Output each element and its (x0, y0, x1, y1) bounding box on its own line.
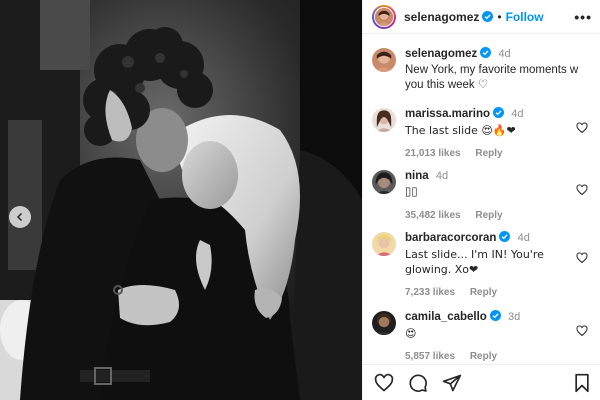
heart-outline-icon (576, 122, 588, 134)
caption-row: selenagomez 4d New York, my favorite mom… (372, 47, 592, 93)
comment-item: camila_cabello 3d 😍 5,857 likes Reply (372, 310, 592, 364)
comment-item: nina 4d ▯▯ 35,482 likes Reply (372, 169, 592, 223)
comment-username[interactable]: camila_cabello (405, 311, 487, 323)
save-button[interactable] (572, 373, 592, 393)
avatar-image (375, 7, 393, 26)
separator-dot: • (497, 9, 502, 24)
bookmark-icon (575, 373, 589, 392)
caption-avatar[interactable] (372, 48, 396, 72)
verified-badge-icon (489, 310, 501, 321)
heart-outline-icon (374, 373, 394, 392)
like-button[interactable] (374, 373, 394, 393)
paper-plane-icon (442, 374, 462, 391)
author-username[interactable]: selenagomez (404, 10, 479, 24)
comment-time: 4d (435, 170, 449, 182)
comment-username[interactable]: barbaracorcoran (405, 232, 496, 244)
avatar-image (372, 311, 396, 335)
comment-username[interactable]: nina (405, 170, 429, 182)
comment-time: 4d (511, 108, 524, 120)
follow-button[interactable]: Follow (506, 10, 544, 24)
avatar-image (372, 108, 396, 132)
comment-likes[interactable]: 5,857 likes (405, 351, 455, 362)
verified-badge-icon (482, 11, 494, 22)
chevron-left-icon (16, 212, 23, 222)
reply-button[interactable]: Reply (475, 210, 502, 221)
comment-avatar[interactable] (372, 311, 396, 335)
comment-likes[interactable]: 7,233 likes (405, 287, 455, 298)
comment-avatar[interactable] (372, 170, 396, 194)
post-photo[interactable] (0, 0, 362, 400)
comments-list[interactable]: selenagomez 4d New York, my favorite mom… (363, 34, 600, 364)
post-side-panel: selenagomez • Follow ••• selenagomez 4d … (362, 0, 600, 400)
comment-text: Last slide... I'm IN! You're glowing. Xo… (405, 248, 544, 276)
avatar-image (372, 48, 396, 72)
caption-time: 4d (498, 48, 511, 60)
comment-like-button[interactable] (576, 122, 588, 134)
comment-like-button[interactable] (576, 184, 588, 196)
comment-time: 4d (517, 232, 530, 244)
comment-likes[interactable]: 35,482 likes (405, 210, 461, 221)
comment-likes[interactable]: 21,013 likes (405, 148, 461, 159)
heart-outline-icon (576, 325, 588, 337)
reply-button[interactable]: Reply (475, 148, 502, 159)
comment-avatar[interactable] (372, 108, 396, 132)
comment-username[interactable]: marissa.marino (405, 108, 490, 120)
post-actions-bar (363, 364, 600, 400)
carousel-prev-button[interactable] (9, 206, 31, 228)
comment-text: 😍 (405, 327, 417, 340)
heart-outline-icon (576, 184, 588, 196)
verified-badge-icon (493, 107, 505, 118)
comment-text: ▯▯ (405, 186, 418, 198)
post-header: selenagomez • Follow ••• (363, 0, 600, 34)
comment-text: The last slide 😍🔥❤ (405, 124, 516, 137)
comment-time: 3d (508, 311, 521, 323)
speech-bubble-icon (409, 373, 427, 392)
caption-username[interactable]: selenagomez (405, 48, 477, 60)
comment-like-button[interactable] (576, 325, 588, 337)
comment-avatar[interactable] (372, 232, 396, 256)
photo-illustration (0, 0, 362, 400)
comment-like-button[interactable] (576, 252, 588, 264)
author-avatar[interactable] (372, 4, 396, 29)
verified-badge-icon (499, 231, 511, 242)
reply-button[interactable]: Reply (470, 351, 497, 362)
comment-item: marissa.marino 4d The last slide 😍🔥❤ 21,… (372, 107, 592, 161)
share-button[interactable] (442, 373, 462, 393)
verified-badge-icon (480, 47, 492, 58)
reply-button[interactable]: Reply (470, 287, 497, 298)
more-options-icon[interactable]: ••• (574, 9, 592, 25)
comment-button[interactable] (408, 373, 428, 393)
heart-outline-icon (576, 252, 588, 264)
caption-text: New York, my favorite moments w you this… (405, 64, 579, 91)
comment-item: barbaracorcoran 4d Last slide... I'm IN!… (372, 231, 592, 300)
avatar-image (372, 170, 396, 194)
avatar-image (372, 232, 396, 256)
